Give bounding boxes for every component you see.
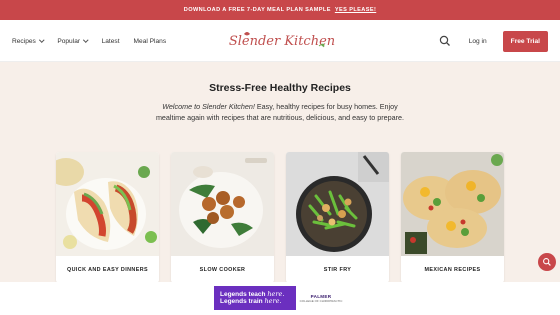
free-trial-button[interactable]: Free Trial xyxy=(502,30,548,52)
site-logo[interactable]: Slender Kitchen xyxy=(229,28,335,54)
nav-menu: Recipes Popular Latest Meal Plans xyxy=(12,20,166,62)
bottom-ad-bar: Legends teach here. Legends train here. … xyxy=(0,282,560,315)
search-icon[interactable] xyxy=(437,33,453,49)
main-navbar: Recipes Popular Latest Meal Plans Slende… xyxy=(0,20,560,62)
card-label: SLOW COOKER xyxy=(199,266,246,273)
ad-brand-logo: PALMER COLLEGE OF CHIROPRACTIC xyxy=(296,286,346,310)
nav-item-label: Meal Plans xyxy=(133,37,167,45)
card-label: STIR FRY xyxy=(323,266,352,273)
nav-actions: Log in Free Trial xyxy=(437,20,548,62)
ad-line-1: Legends teach xyxy=(220,290,268,298)
hero-description-emphasis: Welcome to Slender Kitchen! xyxy=(162,102,255,111)
ad-headline: Legends teach here. Legends train here. xyxy=(214,290,290,306)
page-title: Stress-Free Healthy Recipes xyxy=(209,82,351,94)
category-card-stir-fry[interactable]: STIR FRY xyxy=(286,152,389,283)
category-cards: QUICK AND EASY DINNERS SLOW COOKER STIR … xyxy=(56,152,504,283)
logo-leaf-icon xyxy=(244,32,325,48)
tostadas-image xyxy=(401,152,504,256)
nav-item-label: Latest xyxy=(101,37,120,45)
card-label: QUICK AND EASY DINNERS xyxy=(67,266,148,273)
card-label: MEXICAN RECIPES xyxy=(424,266,481,273)
category-card-mexican[interactable]: MEXICAN RECIPES xyxy=(401,152,504,283)
ad-brand-sub: COLLEGE OF CHIROPRACTIC xyxy=(299,298,343,303)
nav-item-label: Popular xyxy=(57,37,81,45)
stir-fry-pan-image xyxy=(286,152,389,256)
ad-line-2-em: here. xyxy=(264,297,282,305)
chevron-down-icon xyxy=(39,37,45,43)
nav-item-label: Recipes xyxy=(12,37,36,45)
category-card-quick-dinners[interactable]: QUICK AND EASY DINNERS xyxy=(56,152,159,283)
floating-search-button[interactable] xyxy=(538,253,556,271)
promo-banner: DOWNLOAD A FREE 7-DAY MEAL PLAN SAMPLE Y… xyxy=(0,0,560,20)
promo-cta-link[interactable]: YES PLEASE! xyxy=(335,7,376,13)
hero-description: Welcome to Slender Kitchen! Easy, health… xyxy=(150,101,410,123)
search-icon xyxy=(543,258,551,266)
promo-text: DOWNLOAD A FREE 7-DAY MEAL PLAN SAMPLE xyxy=(183,7,331,13)
meatballs-image xyxy=(171,152,274,256)
tacos-image xyxy=(56,152,159,256)
login-link[interactable]: Log in xyxy=(463,38,493,45)
chevron-down-icon xyxy=(83,37,89,43)
nav-item-meal-plans[interactable]: Meal Plans xyxy=(134,38,167,45)
category-card-slow-cooker[interactable]: SLOW COOKER xyxy=(171,152,274,283)
ad-line-2: Legends train xyxy=(220,298,265,305)
nav-item-latest[interactable]: Latest xyxy=(102,38,120,45)
advertisement-banner[interactable]: Legends teach here. Legends train here. … xyxy=(214,286,346,310)
nav-item-recipes[interactable]: Recipes xyxy=(12,37,45,45)
nav-item-popular[interactable]: Popular xyxy=(57,37,89,45)
